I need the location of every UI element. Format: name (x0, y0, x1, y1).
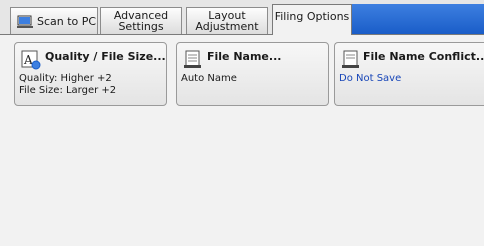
tab-bar: Scan to PC Advanced Settings Layout Adju… (0, 0, 484, 35)
file-name-conflict-title: File Name Conflict... (363, 50, 484, 63)
svg-text:A: A (23, 53, 33, 67)
screen: Scan to PC Advanced Settings Layout Adju… (0, 0, 484, 246)
tab-advanced-settings[interactable]: Advanced Settings (100, 7, 182, 34)
quality-file-size-button[interactable]: A Quality / File Size... Quality: Higher… (14, 42, 167, 106)
tab-filing-options-label: Filing Options (274, 10, 350, 23)
quality-file-size-value: Quality: Higher +2 File Size: Larger +2 (19, 73, 116, 97)
file-name-conflict-value: Do Not Save (339, 73, 402, 84)
tab-bar-accent (351, 4, 484, 34)
filing-options-panel: A Quality / File Size... Quality: Higher… (0, 34, 484, 246)
file-size-value: File Size: Larger +2 (19, 85, 117, 96)
tab-layout-adjustment[interactable]: Layout Adjustment (186, 7, 268, 34)
tab-layout-adjustment-label: Layout Adjustment (195, 9, 259, 33)
tab-scan-to-pc-label: Scan to PC (37, 14, 97, 28)
tab-advanced-settings-label: Advanced Settings (113, 9, 169, 33)
quality-filesize-icon: A (21, 50, 41, 70)
file-name-title: File Name... (207, 50, 282, 63)
quality-file-size-title: Quality / File Size... (45, 50, 166, 63)
file-name-button[interactable]: File Name... Auto Name (176, 42, 329, 106)
file-name-icon (183, 50, 203, 70)
scan-to-pc-icon (17, 13, 33, 29)
file-name-conflict-button[interactable]: File Name Conflict... Do Not Save (334, 42, 484, 106)
tab-filing-options[interactable]: Filing Options (272, 4, 352, 35)
file-name-value: Auto Name (181, 73, 237, 84)
file-name-conflict-icon (341, 50, 361, 70)
tab-scan-to-pc[interactable]: Scan to PC (10, 7, 98, 34)
quality-value: Quality: Higher +2 (19, 73, 112, 84)
